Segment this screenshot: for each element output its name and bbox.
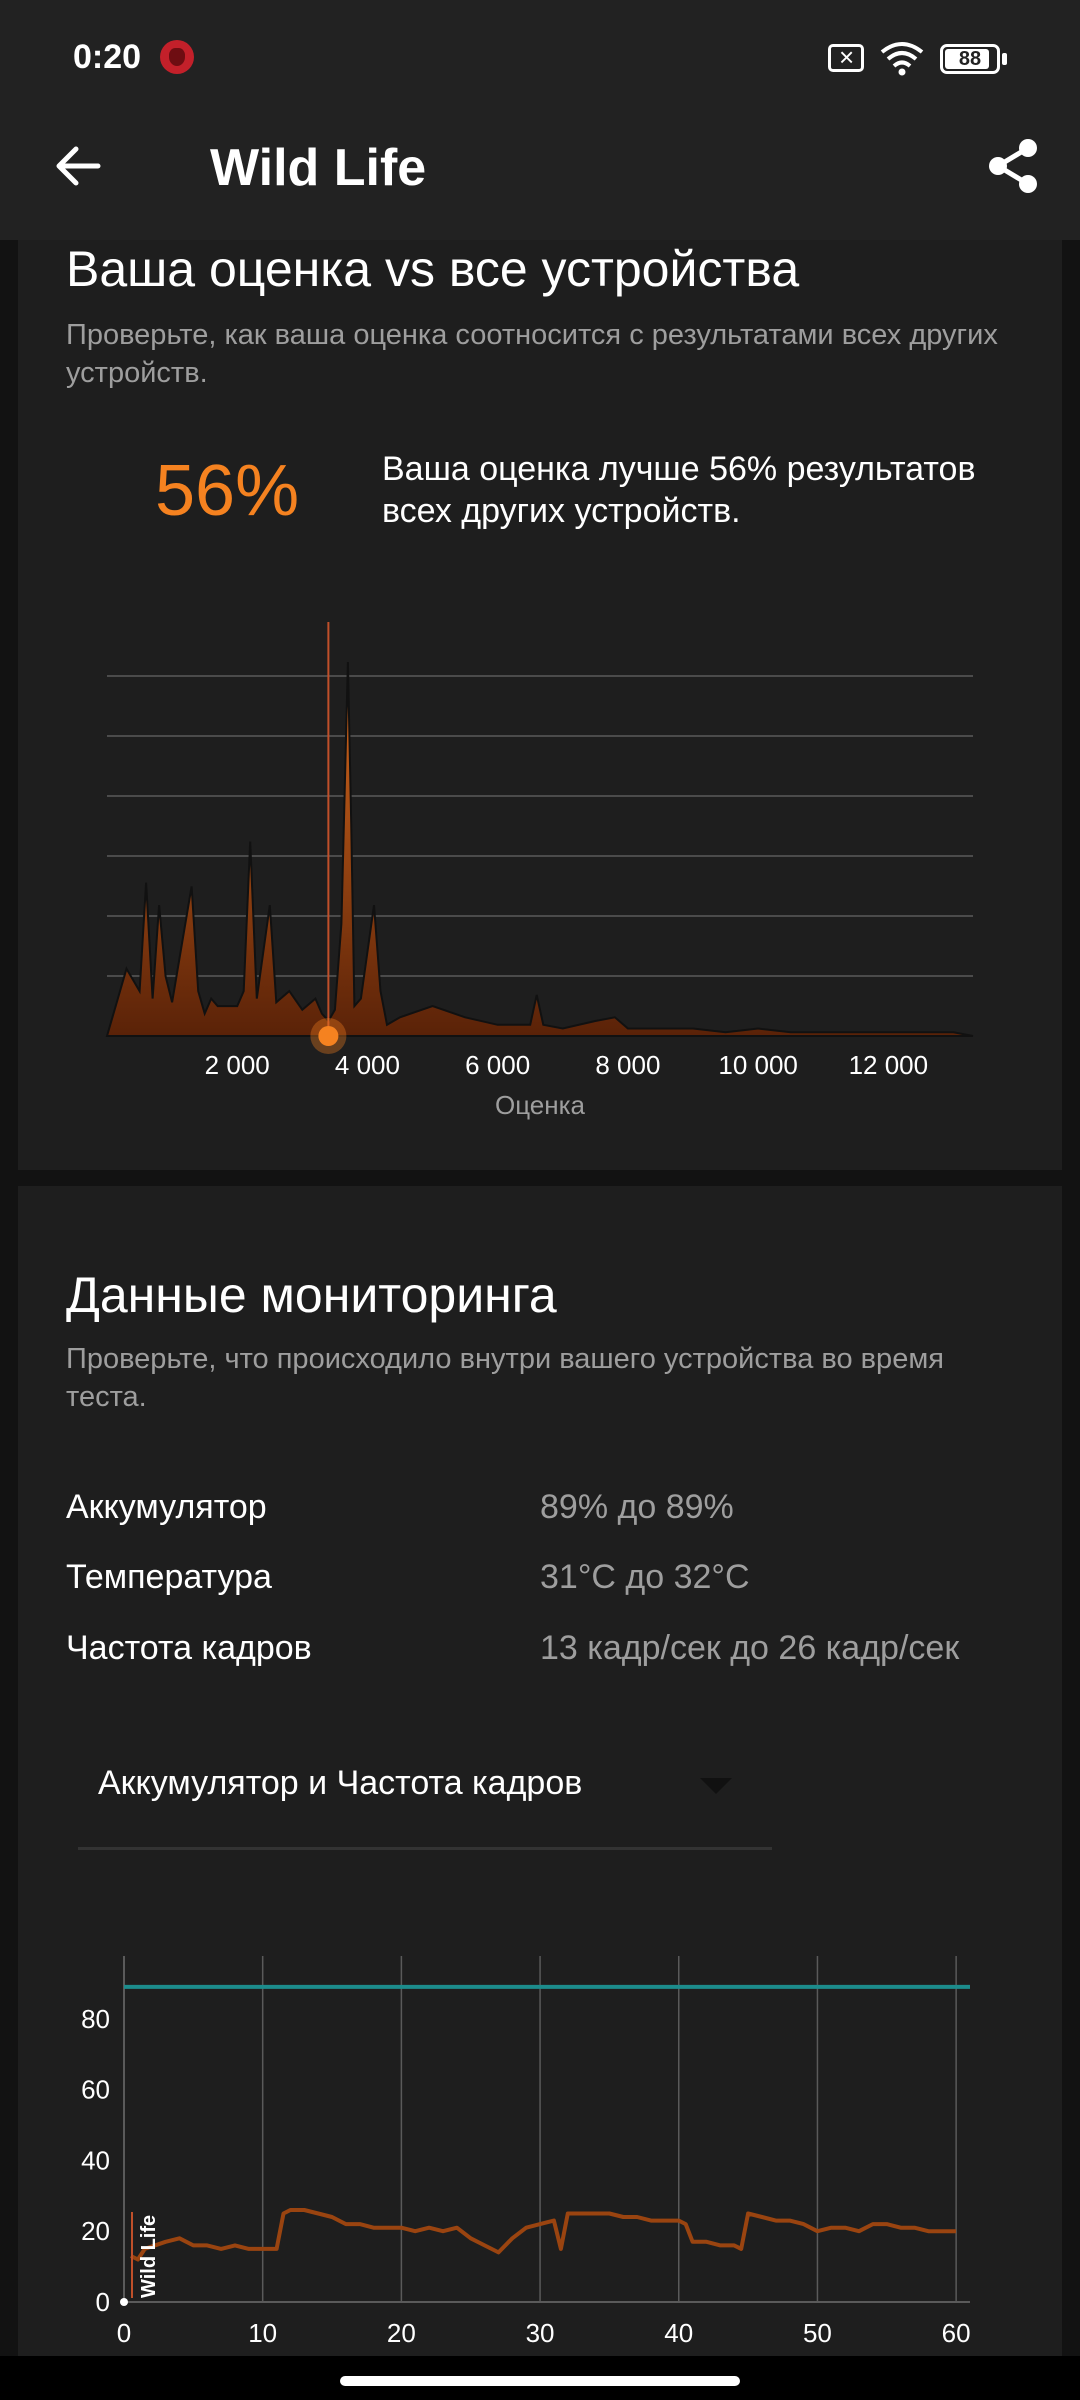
battery-cap bbox=[1002, 53, 1007, 65]
battery-row-value: 89% до 89% bbox=[540, 1488, 734, 1526]
x-tick-label: 30 bbox=[526, 2318, 555, 2348]
temperature-row-value: 31°C до 32°C bbox=[540, 1558, 750, 1596]
status-time: 0:20 bbox=[73, 38, 142, 76]
score-description: Ваша оценка лучше 56% результатов всех д… bbox=[382, 450, 976, 530]
chart-metric-dropdown[interactable]: Аккумулятор и Частота кадров bbox=[78, 1740, 772, 1850]
fps-row-label: Частота кадров bbox=[66, 1629, 312, 1667]
comparison-title: Ваша оценка vs все устройства bbox=[66, 241, 800, 297]
distribution-area bbox=[105, 661, 974, 1037]
y-tick-label: 60 bbox=[81, 2075, 110, 2105]
no-sim-icon: × bbox=[828, 43, 864, 72]
bug-icon bbox=[160, 40, 194, 74]
x-tick-label: 20 bbox=[387, 2318, 416, 2348]
test-name-annotation: Wild Life bbox=[138, 2215, 160, 2298]
battery-row-label: Аккумулятор bbox=[66, 1488, 267, 1526]
chevron-down-icon bbox=[700, 1778, 732, 1794]
wifi-icon bbox=[880, 42, 924, 76]
fps-row-value: 13 кадр/сек до 26 кадр/сек bbox=[540, 1629, 960, 1667]
home-gesture-handle[interactable] bbox=[340, 2376, 740, 2386]
x-tick-label: 50 bbox=[803, 2318, 832, 2348]
page-title: Wild Life bbox=[210, 139, 427, 197]
x-tick-label: 12 000 bbox=[849, 1050, 929, 1080]
x-tick-label: 10 bbox=[248, 2318, 277, 2348]
x-tick-label: 4 000 bbox=[335, 1050, 400, 1080]
app-bar: Wild Life bbox=[0, 90, 1080, 240]
origin-dot bbox=[120, 2298, 128, 2306]
status-bar: 0:20 × 88 bbox=[0, 0, 1080, 90]
x-axis-label: Оценка bbox=[495, 1090, 586, 1120]
score-distribution-chart: 2 000 4 000 6 000 8 000 10 000 12 000 Оценка bbox=[105, 622, 974, 1120]
back-arrow-icon[interactable] bbox=[50, 138, 106, 194]
battery-icon: 88 bbox=[940, 44, 1000, 74]
y-tick-label: 40 bbox=[81, 2145, 110, 2175]
y-tick-label: 80 bbox=[81, 2004, 110, 2034]
fps-series-line bbox=[130, 2208, 957, 2262]
battery-level: 88 bbox=[958, 48, 982, 70]
score-percent: 56% bbox=[155, 451, 300, 531]
monitoring-subtitle: Проверьте, что происходило внутри вашего… bbox=[66, 1343, 944, 1413]
x-tick-label: 60 bbox=[942, 2318, 971, 2348]
monitoring-title: Данные мониторинга bbox=[66, 1267, 557, 1323]
y-tick-label: 0 bbox=[96, 2287, 110, 2317]
dropdown-selected: Аккумулятор и Частота кадров bbox=[98, 1764, 583, 1802]
x-tick-label: 40 bbox=[664, 2318, 693, 2348]
monitoring-chart: 0 20 40 60 80 0 10 20 30 40 50 60 Wild Life bbox=[81, 1956, 971, 2348]
x-tick-label: 8 000 bbox=[595, 1050, 660, 1080]
x-tick-label: 6 000 bbox=[465, 1050, 530, 1080]
temperature-row-label: Температура bbox=[66, 1558, 272, 1596]
x-tick-label: 0 bbox=[117, 2318, 131, 2348]
y-tick-label: 20 bbox=[81, 2216, 110, 2246]
score-marker-dot bbox=[318, 1026, 339, 1046]
share-icon[interactable] bbox=[984, 136, 1044, 196]
comparison-subtitle: Проверьте, как ваша оценка соотносится с… bbox=[66, 319, 998, 389]
x-tick-label: 2 000 bbox=[205, 1050, 270, 1080]
x-tick-label: 10 000 bbox=[718, 1050, 798, 1080]
